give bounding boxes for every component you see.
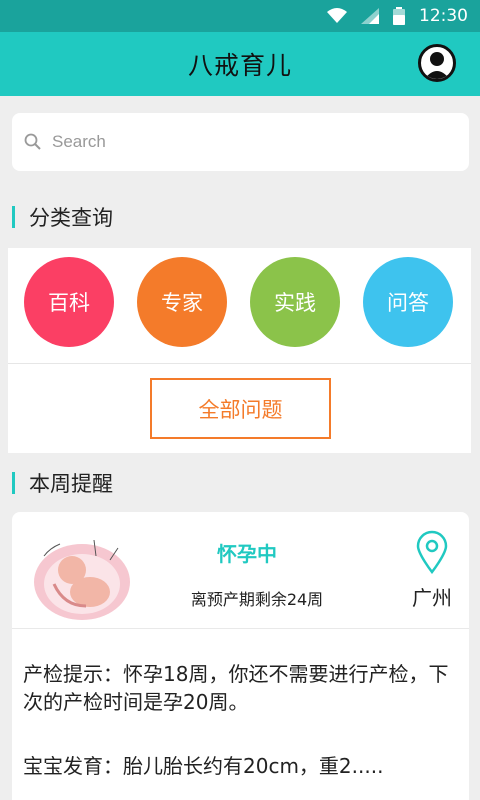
category-expert-button[interactable]: 专家 [137,257,227,347]
category-qa-button[interactable]: 问答 [363,257,453,347]
app-title: 八戒育儿 [187,51,292,80]
category-label: 实践 [274,291,316,315]
wifi-icon [327,8,347,23]
location-pin-icon[interactable] [415,530,449,574]
search-input[interactable] [52,125,452,159]
checkup-tip: 产检提示：怀孕18周，你还不需要进行产检，下次的产检时间是孕20周。 [23,662,449,714]
city-label[interactable]: 广州 [397,582,467,611]
app-bar: 八戒育儿 [0,32,480,96]
search-box[interactable] [12,113,469,171]
category-section-header: 分类查询 [12,202,113,232]
category-practice-button[interactable]: 实践 [250,257,340,347]
fetus-illustration [34,539,130,620]
search-icon [24,133,41,150]
divider [12,628,469,629]
battery-icon [393,7,405,25]
category-label: 百科 [48,291,90,315]
weekly-section-header: 本周提醒 [12,468,113,498]
pregnancy-status: 怀孕中 [217,542,277,566]
category-encyclopedia-button[interactable]: 百科 [24,257,114,347]
status-icons: 12:30 [327,6,468,26]
profile-button[interactable] [418,44,456,82]
weekly-section-title: 本周提醒 [29,472,113,496]
status-time: 12:30 [419,6,468,26]
divider [8,363,471,364]
category-label: 专家 [161,291,203,315]
status-bar: 12:30 [0,0,480,32]
user-avatar-icon [424,52,450,79]
remaining-weeks: 离预产期剩余24周 [190,590,324,609]
category-section-title: 分类查询 [29,206,113,230]
category-label: 问答 [387,291,429,315]
section-accent-bar [12,472,15,494]
baby-growth-text: 宝宝发育：胎儿胎长约有20cm，重2..... [23,754,384,778]
all-questions-button[interactable]: 全部问题 [150,378,331,439]
weekly-reminder-card[interactable]: 怀孕中 离预产期剩余24周 广州 产检提示：怀孕18周，你还不需要进行产检，下次… [12,512,469,800]
category-panel: 百科 专家 实践 问答 全部问题 [8,248,471,453]
signal-icon [361,8,379,24]
section-accent-bar [12,206,15,228]
